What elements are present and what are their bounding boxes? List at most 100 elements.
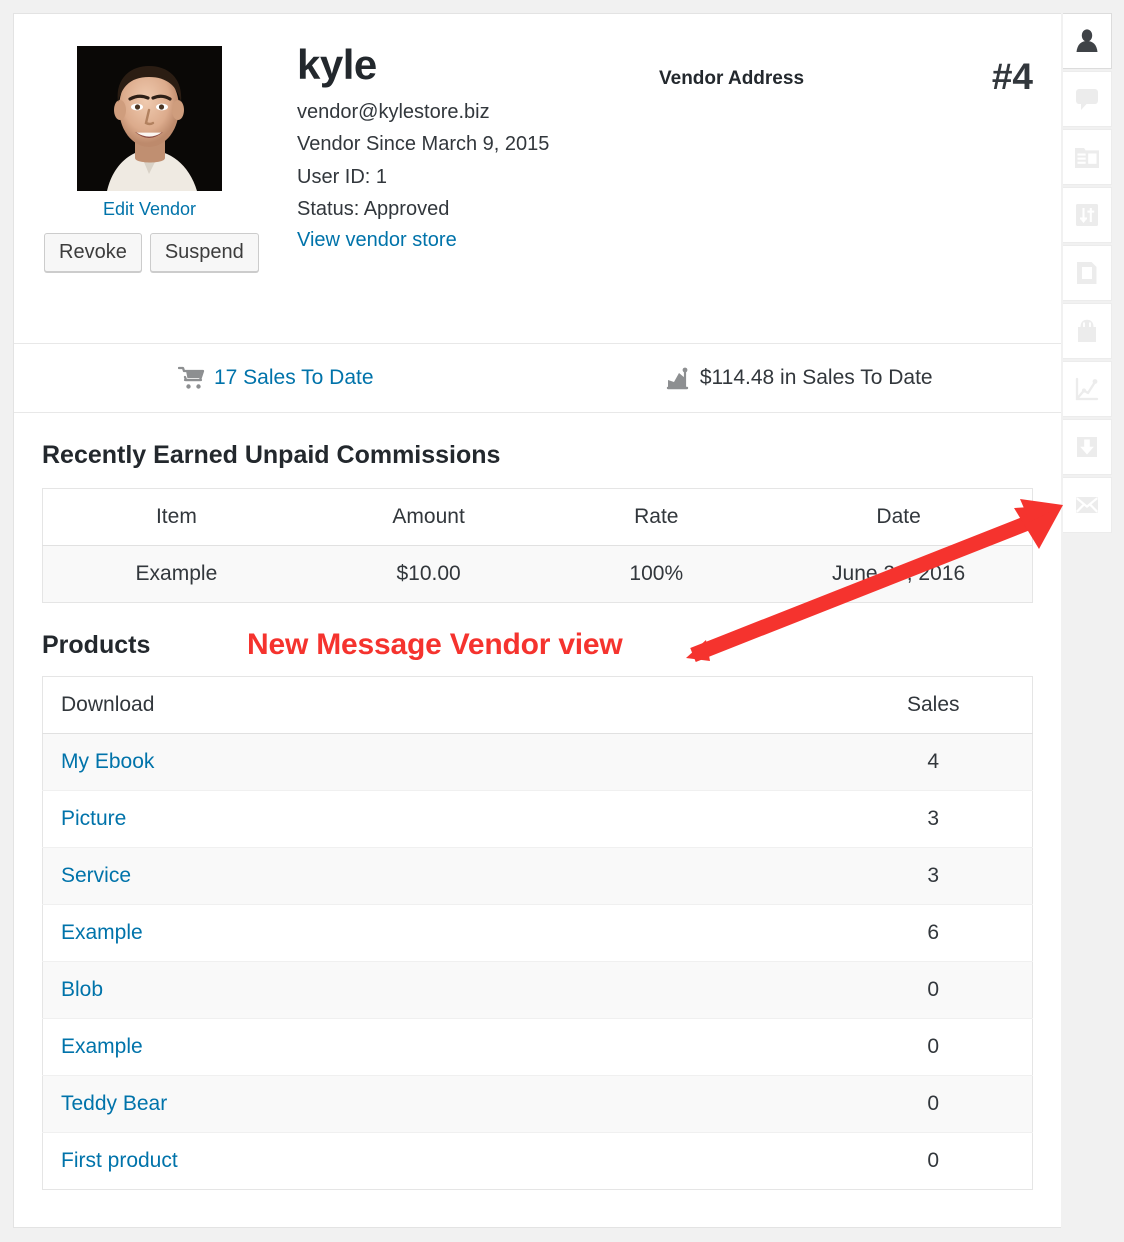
column-header-amount: Amount: [309, 488, 548, 546]
commissions-table-head: Item Amount Rate Date: [42, 488, 1033, 546]
table-row: Example $10.00 100% June 26, 2016: [42, 545, 1033, 603]
rail-tile-store[interactable]: [1063, 129, 1112, 185]
vendor-icon-rail: [1063, 13, 1112, 535]
table-row: Teddy Bear 0: [42, 1075, 1033, 1133]
vendor-address-column: Vendor Address: [659, 68, 959, 90]
download-icon: [1074, 434, 1100, 460]
cart-icon: [177, 366, 205, 390]
table-row: Example 6: [42, 904, 1033, 962]
shopping-bag-icon: [1074, 318, 1100, 344]
product-name-cell: Example: [42, 1018, 835, 1076]
vendor-body: Recently Earned Unpaid Commissions Item …: [14, 413, 1061, 1190]
column-header-sales: Sales: [834, 676, 1033, 734]
vendor-action-buttons: Revoke Suspend: [42, 233, 259, 272]
table-header-row: Item Amount Rate Date: [42, 488, 1033, 546]
product-sales-cell: 0: [834, 1075, 1033, 1133]
user-icon: [1074, 28, 1100, 54]
column-header-item: Item: [42, 488, 310, 546]
rail-tile-envelope[interactable]: [1063, 477, 1112, 533]
suspend-button[interactable]: Suspend: [149, 233, 259, 272]
product-sales-cell: 6: [834, 904, 1033, 962]
vendor-address-title: Vendor Address: [659, 68, 805, 89]
vendor-user-id: User ID: 1: [297, 165, 388, 188]
product-sales-cell: 0: [834, 1132, 1033, 1190]
sales-total-text: $114.48 in Sales To Date: [699, 366, 933, 389]
product-name-cell: Example: [42, 904, 835, 962]
products-title: Products: [42, 631, 151, 659]
product-sales-cell: 4: [834, 733, 1033, 791]
commissions-table-body: Example $10.00 100% June 26, 2016: [42, 545, 1033, 603]
product-link[interactable]: Picture: [61, 807, 126, 830]
product-link[interactable]: Example: [61, 921, 143, 944]
product-link[interactable]: Teddy Bear: [61, 1092, 167, 1115]
rail-tile-chart[interactable]: [1063, 361, 1112, 417]
column-header-date: Date: [765, 488, 1033, 546]
chart-icon: [666, 367, 691, 390]
product-sales-cell: 0: [834, 1018, 1033, 1076]
product-name-cell: Teddy Bear: [42, 1075, 835, 1133]
annotation-label: New Message Vendor view: [247, 628, 623, 661]
rail-tile-settings[interactable]: [1063, 187, 1112, 243]
rail-tile-user[interactable]: [1063, 13, 1112, 69]
product-sales-cell: 3: [834, 847, 1033, 905]
table-row: My Ebook 4: [42, 733, 1033, 791]
edit-vendor-link[interactable]: Edit Vendor: [42, 199, 257, 220]
product-link[interactable]: Example: [61, 1035, 143, 1058]
table-header-row: Download Sales: [42, 676, 1033, 734]
commissions-table: Item Amount Rate Date Example $10.00 100…: [42, 488, 1033, 603]
avatar: [77, 46, 222, 191]
rail-tile-shopping-bag[interactable]: [1063, 303, 1112, 359]
product-link[interactable]: Service: [61, 864, 131, 887]
column-header-rate: Rate: [547, 488, 766, 546]
rail-tile-download[interactable]: [1063, 419, 1112, 475]
vendor-status: Status: Approved: [297, 198, 450, 221]
commissions-title: Recently Earned Unpaid Commissions: [42, 441, 501, 469]
stat-sales-total: $114.48 in Sales To Date: [538, 344, 1062, 412]
rail-tile-pages[interactable]: [1063, 245, 1112, 301]
chart-line-icon: [1074, 376, 1100, 402]
revoke-button[interactable]: Revoke: [44, 233, 142, 272]
product-sales-cell: 3: [834, 790, 1033, 848]
product-link[interactable]: First product: [61, 1149, 178, 1172]
pages-icon: [1074, 260, 1100, 286]
product-link[interactable]: My Ebook: [61, 750, 154, 773]
product-name-cell: Blob: [42, 961, 835, 1019]
commission-amount: $10.00: [309, 545, 548, 603]
stat-sales-count[interactable]: 17 Sales To Date: [14, 344, 538, 412]
column-header-download: Download: [42, 676, 835, 734]
settings-sliders-icon: [1074, 202, 1100, 228]
vendor-since: Vendor Since March 9, 2015: [297, 133, 550, 156]
table-row: Example 0: [42, 1018, 1033, 1076]
product-sales-cell: 0: [834, 961, 1033, 1019]
vendor-email: vendor@kylestore.biz: [297, 101, 490, 123]
view-vendor-store-link[interactable]: View vendor store: [297, 229, 457, 252]
products-table-head: Download Sales: [42, 676, 1033, 734]
table-row: First product 0: [42, 1132, 1033, 1190]
sales-count-link[interactable]: 17 Sales To Date: [214, 366, 374, 390]
vendor-order-number: #4: [991, 56, 1033, 97]
product-name-cell: Picture: [42, 790, 835, 848]
products-table-body: My Ebook 4 Picture 3 Service 3 Example 6 Blob 0 Ex…: [42, 733, 1033, 1190]
product-name-cell: First product: [42, 1132, 835, 1190]
table-row: Service 3: [42, 847, 1033, 905]
commission-item: Example: [42, 545, 310, 603]
vendor-name: kyle: [297, 41, 377, 88]
vendor-stats-strip: 17 Sales To Date $114.48 in Sales To Dat…: [14, 344, 1061, 413]
product-name-cell: My Ebook: [42, 733, 835, 791]
vendor-info-column: kyle vendor@kylestore.biz Vendor Since M…: [297, 44, 627, 252]
store-icon: [1074, 144, 1100, 170]
commission-rate: 100%: [547, 545, 766, 603]
commission-date: June 26, 2016: [765, 545, 1033, 603]
product-link[interactable]: Blob: [61, 978, 103, 1001]
page-root: Edit Vendor Revoke Suspend kyle vendor@k…: [0, 0, 1124, 1242]
table-row: Picture 3: [42, 790, 1033, 848]
avatar-column: Edit Vendor Revoke Suspend: [42, 46, 259, 272]
rail-tile-comment[interactable]: [1063, 71, 1112, 127]
comment-icon: [1074, 86, 1100, 112]
vendor-card: Edit Vendor Revoke Suspend kyle vendor@k…: [13, 13, 1061, 1228]
table-row: Blob 0: [42, 961, 1033, 1019]
envelope-icon: [1074, 492, 1100, 518]
products-table: Download Sales My Ebook 4 Picture 3 Service 3…: [42, 676, 1033, 1190]
vendor-header: Edit Vendor Revoke Suspend kyle vendor@k…: [14, 14, 1061, 344]
product-name-cell: Service: [42, 847, 835, 905]
